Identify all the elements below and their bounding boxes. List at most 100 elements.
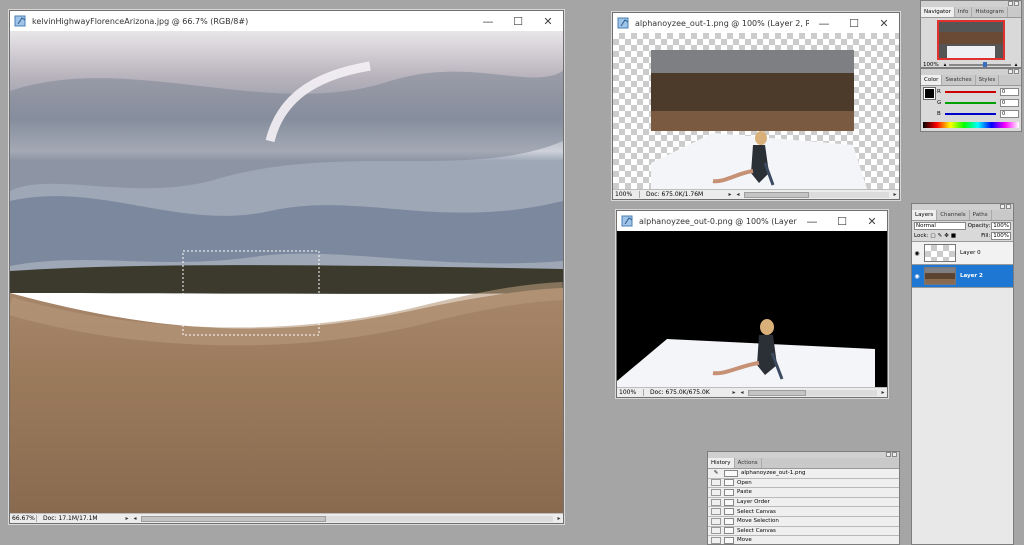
eye-icon[interactable]: ◉: [912, 250, 922, 257]
zoom-level[interactable]: 66.67%: [10, 515, 37, 522]
tab-info[interactable]: Info: [955, 7, 973, 17]
tab-navigator[interactable]: Navigator: [921, 7, 955, 17]
panel-minimize-button[interactable]: [1000, 204, 1005, 209]
close-button[interactable]: ✕: [533, 11, 563, 31]
history-item[interactable]: Layer Order: [708, 498, 899, 508]
scroll-right-arrow-icon[interactable]: ▸: [879, 389, 887, 396]
tab-actions[interactable]: Actions: [735, 458, 762, 468]
history-item[interactable]: Open: [708, 479, 899, 489]
scroll-left-arrow-icon[interactable]: ◂: [734, 191, 742, 198]
green-slider[interactable]: [945, 102, 996, 104]
history-tabs: History Actions: [708, 458, 899, 469]
lock-transparency-icon[interactable]: ▢: [930, 233, 935, 239]
blend-mode-select[interactable]: Normal: [914, 222, 966, 230]
out1-document-window[interactable]: alphanoyzee_out-1.png @ 100% (Layer 2, R…: [612, 12, 900, 200]
panel-minimize-button[interactable]: [1008, 1, 1013, 6]
history-source-checkbox[interactable]: [711, 479, 721, 487]
main-canvas[interactable]: [10, 31, 563, 513]
horizontal-scrollbar[interactable]: [744, 191, 889, 198]
navigator-preview[interactable]: [937, 20, 1005, 60]
maximize-button[interactable]: ☐: [839, 13, 869, 33]
minimize-button[interactable]: —: [473, 11, 503, 31]
fill-field[interactable]: 100%: [991, 232, 1011, 240]
minimize-button[interactable]: —: [809, 13, 839, 33]
close-button[interactable]: ✕: [857, 211, 887, 231]
scroll-right-arrow-icon[interactable]: ▸: [555, 515, 563, 522]
history-item[interactable]: Paste: [708, 488, 899, 498]
out1-canvas[interactable]: [613, 33, 899, 189]
panel-close-button[interactable]: [1014, 69, 1019, 74]
history-source-checkbox[interactable]: [711, 488, 721, 496]
status-menu-arrow-icon[interactable]: ▸: [726, 191, 734, 198]
doc-size: Doc: 675.0K/1.76M: [646, 191, 704, 198]
history-item[interactable]: Select Canvas: [708, 527, 899, 537]
zoom-level[interactable]: 100%: [617, 389, 644, 396]
history-source-checkbox[interactable]: [711, 527, 721, 535]
scrollbar-thumb[interactable]: [141, 515, 327, 522]
tab-styles[interactable]: Styles: [976, 75, 1000, 85]
history-snapshot[interactable]: ✎ alphanoyzee_out-1.png: [708, 469, 899, 479]
tab-swatches[interactable]: Swatches: [942, 75, 976, 85]
panel-close-button[interactable]: [1006, 204, 1011, 209]
tab-paths[interactable]: Paths: [970, 210, 992, 220]
main-document-window[interactable]: kelvinHighwayFlorenceArizona.jpg @ 66.7%…: [9, 10, 564, 524]
lock-row: Lock: ▢ ✎ ✥ ■ Fill: 100%: [912, 231, 1013, 242]
tab-history[interactable]: History: [708, 458, 735, 468]
layer-row-layer-2[interactable]: ◉ Layer 2: [912, 265, 1013, 288]
status-menu-arrow-icon[interactable]: ▸: [123, 515, 131, 522]
out0-canvas[interactable]: [617, 231, 887, 387]
scrollbar-thumb[interactable]: [744, 191, 810, 198]
tab-layers[interactable]: Layers: [912, 210, 938, 220]
horizontal-scrollbar[interactable]: [748, 389, 877, 396]
tab-histogram[interactable]: Histogram: [972, 7, 1008, 17]
panel-minimize-button[interactable]: [1008, 69, 1013, 74]
color-ramp[interactable]: [923, 122, 1019, 128]
figure-head: [760, 319, 774, 335]
history-source-checkbox[interactable]: [711, 517, 721, 525]
tab-channels[interactable]: Channels: [937, 210, 970, 220]
history-item[interactable]: Move Selection: [708, 517, 899, 527]
history-brush-icon[interactable]: ✎: [711, 470, 721, 476]
history-source-checkbox[interactable]: [711, 498, 721, 506]
lock-all-icon[interactable]: ■: [951, 233, 956, 239]
navigator-zoom-slider[interactable]: [949, 62, 1011, 67]
green-value-field[interactable]: 0: [1000, 99, 1019, 107]
maximize-button[interactable]: ☐: [503, 11, 533, 31]
panel-close-button[interactable]: [892, 452, 897, 457]
blue-value-field[interactable]: 0: [1000, 110, 1019, 118]
red-value-field[interactable]: 0: [1000, 88, 1019, 96]
out0-document-window[interactable]: alphanoyzee_out-0.png @ 100% (Layer 1, R…: [616, 210, 888, 398]
history-item[interactable]: Move: [708, 536, 899, 544]
opacity-field[interactable]: 100%: [991, 222, 1011, 230]
doc-size: Doc: 675.0K/675.0K: [650, 389, 710, 396]
layer-row-layer-0[interactable]: ◉ Layer 0: [912, 242, 1013, 265]
main-window-titlebar[interactable]: kelvinHighwayFlorenceArizona.jpg @ 66.7%…: [10, 11, 563, 31]
channel-label: R: [937, 89, 941, 95]
lock-paint-icon[interactable]: ✎: [938, 233, 943, 239]
minimize-button[interactable]: —: [797, 211, 827, 231]
close-button[interactable]: ✕: [869, 13, 899, 33]
history-source-checkbox[interactable]: [711, 508, 721, 516]
out1-window-titlebar[interactable]: alphanoyzee_out-1.png @ 100% (Layer 2, R…: [613, 13, 899, 33]
scrollbar-thumb[interactable]: [748, 389, 807, 396]
history-item[interactable]: Select Canvas: [708, 507, 899, 517]
foreground-color-swatch[interactable]: [923, 87, 936, 100]
history-source-checkbox[interactable]: [711, 536, 721, 544]
red-slider[interactable]: [945, 91, 996, 93]
zoom-level[interactable]: 100%: [613, 191, 640, 198]
panel-close-button[interactable]: [1014, 1, 1019, 6]
scroll-left-arrow-icon[interactable]: ◂: [738, 389, 746, 396]
horizontal-scrollbar[interactable]: [141, 515, 553, 522]
eye-icon[interactable]: ◉: [912, 273, 922, 280]
panel-minimize-button[interactable]: [886, 452, 891, 457]
out0-window-titlebar[interactable]: alphanoyzee_out-0.png @ 100% (Layer 1, R…: [617, 211, 887, 231]
channel-label: B: [937, 111, 941, 117]
status-menu-arrow-icon[interactable]: ▸: [730, 389, 738, 396]
scroll-right-arrow-icon[interactable]: ▸: [891, 191, 899, 198]
lock-move-icon[interactable]: ✥: [944, 233, 949, 239]
maximize-button[interactable]: ☐: [827, 211, 857, 231]
layer-thumbnail: [924, 244, 956, 262]
tab-color[interactable]: Color: [921, 75, 943, 85]
blue-slider[interactable]: [945, 113, 996, 115]
scroll-left-arrow-icon[interactable]: ◂: [131, 515, 139, 522]
